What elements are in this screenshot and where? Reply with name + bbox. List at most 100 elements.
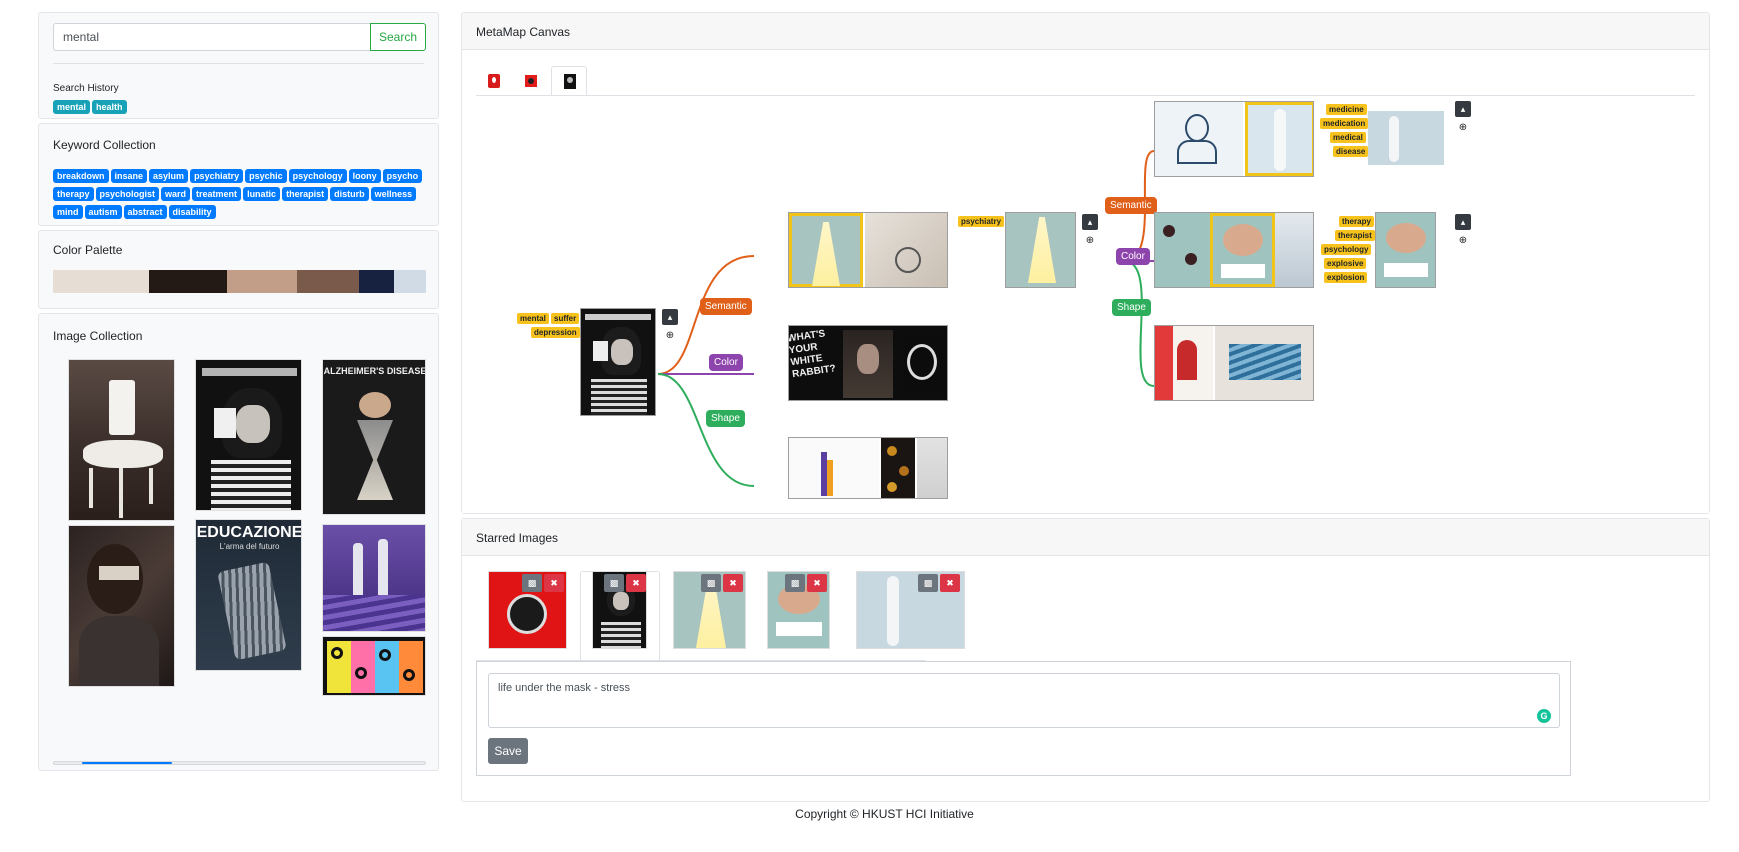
keyword-tag[interactable]: psycho [382,169,423,183]
keyword-tag: therapist [1335,230,1375,241]
keyword-tag[interactable]: therapy [53,187,94,201]
history-tag[interactable]: mental [53,100,91,114]
pin-button[interactable]: ▴ [1082,214,1098,230]
image-thumb-colorful-grid[interactable] [322,636,426,696]
root-node-image[interactable] [580,308,656,416]
color-palette-title: Color Palette [53,243,123,257]
keyword-tag: suffer [551,313,580,324]
relation-shape[interactable]: Shape [706,410,745,427]
poster-title: ALZHEIMER'S DISEASE [323,366,426,376]
relation-semantic[interactable]: Semantic [1105,197,1157,214]
keyword-tag[interactable]: autism [84,205,122,219]
image-thumb-alzheimers[interactable]: ALZHEIMER'S DISEASE [322,359,426,515]
keyword-tag[interactable]: lunatic [243,187,281,201]
trash-icon[interactable]: ✖ [723,574,743,592]
keyword-tag: medical [1330,132,1366,143]
keyword-tag[interactable]: breakdown [53,169,109,183]
relation-color[interactable]: Color [1116,248,1150,265]
zoom-icon[interactable]: ⊕ [1084,235,1096,247]
palette-swatch[interactable] [227,270,297,293]
comment-icon[interactable]: ▩ [604,574,624,592]
palette-swatch[interactable] [394,270,426,293]
color-group-images[interactable]: WHAT'S YOUR WHITE RABBIT? [788,325,948,401]
search-panel: mental Search Search History mental heal… [38,12,439,119]
keyword-tag[interactable]: treatment [192,187,242,201]
keyword-tag[interactable]: psychologist [95,187,160,201]
semantic-group-images[interactable] [788,212,948,288]
rabbit-poster-text: WHAT'S YOUR WHITE RABBIT? [788,328,837,381]
keyword-tag[interactable]: ward [161,187,191,201]
search-button[interactable]: Search [370,23,426,51]
trash-icon[interactable]: ✖ [807,574,827,592]
keyword-tag[interactable]: psychology [288,169,347,183]
palette-swatch[interactable] [149,270,227,293]
grammarly-icon[interactable]: G [1537,709,1551,723]
relation-semantic[interactable]: Semantic [700,298,752,315]
keyword-tag: explosion [1324,272,1368,283]
relation-color[interactable]: Color [709,354,743,371]
keyword-tag[interactable]: disturb [330,187,369,201]
image-thumb-educazione[interactable]: EDUCAZIONE L'arma del futuro [195,519,302,671]
keyword-tag: psychology [1321,244,1372,255]
keyword-tag[interactable]: wellness [370,187,417,201]
comment-icon[interactable]: ▩ [918,574,938,592]
trash-icon[interactable]: ✖ [626,574,646,592]
keyword-tag[interactable]: therapist [282,187,329,201]
medical-group-images[interactable] [1154,101,1314,177]
bone-node-image[interactable] [1368,111,1444,165]
comment-textarea[interactable]: life under the mask - stress [488,673,1560,728]
save-button[interactable]: Save [488,738,528,764]
image-thumb-mask-woman[interactable] [68,525,175,687]
image-thumb-milk[interactable] [68,359,175,521]
keyword-tag: disease [1333,146,1369,157]
trash-icon[interactable]: ✖ [544,574,564,592]
keyword-tag[interactable]: abstract [123,205,167,219]
starred-images-title: Starred Images [462,519,1709,556]
palette-swatch[interactable] [53,270,149,293]
metamap-canvas-panel: MetaMap Canvas mental suffer depression [461,12,1710,514]
keyword-tag: medicine [1326,104,1367,115]
comment-icon[interactable]: ▩ [701,574,721,592]
trash-icon[interactable]: ✖ [940,574,960,592]
image-collection-scrollbar[interactable] [53,761,426,765]
image-thumb-smiling-girl[interactable] [195,359,302,511]
pin-button[interactable]: ▴ [1455,101,1471,117]
metamap-links [657,150,1155,487]
starred-images-panel: Starred Images ▩ ✖ ▩ ✖ ▩ ✖ ▩ ✖ ▩ ✖ life … [461,518,1710,802]
comment-icon[interactable]: ▩ [785,574,805,592]
keyword-tag: explosive [1324,258,1367,269]
psychiatry-node-image[interactable] [1005,212,1076,288]
brain-group-images[interactable] [1154,212,1314,288]
search-input[interactable]: mental [53,23,371,51]
relation-shape[interactable]: Shape [1112,299,1151,316]
palette-swatch[interactable] [297,270,359,293]
search-history-label: Search History [53,83,119,94]
keyword-tag[interactable]: psychiatry [190,169,244,183]
keyword-tag[interactable]: loony [348,169,381,183]
keyword-tag: medication [1320,118,1369,129]
keyword-tag[interactable]: disability [168,205,216,219]
shape-group-images-2[interactable] [1154,325,1314,401]
keyword-tag[interactable]: psychic [245,169,287,183]
keyword-tag: psychiatry [958,216,1005,227]
keyword-tag[interactable]: mind [53,205,83,219]
poster-subtitle: L'arma del futuro [219,542,280,551]
canvas-body: mental suffer depression ▴ ⊕ Semantic Co… [462,51,1709,513]
history-tag[interactable]: health [92,100,127,114]
brain-node-image[interactable] [1375,212,1436,288]
pin-button[interactable]: ▴ [1455,214,1471,230]
scrollbar-thumb[interactable] [82,762,172,764]
footer-copyright: Copyright © HKUST HCI Initiative [795,807,974,821]
keyword-tag[interactable]: asylum [149,169,189,183]
keyword-tag: therapy [1339,216,1374,227]
pin-button[interactable]: ▴ [662,309,678,325]
image-thumb-drowning-hands[interactable] [322,524,426,632]
keyword-tags: breakdown insane asylum psychiatry psych… [53,169,428,219]
zoom-icon[interactable]: ⊕ [1457,122,1469,134]
palette-swatch[interactable] [359,270,394,293]
zoom-icon[interactable]: ⊕ [664,330,676,342]
shape-group-images[interactable] [788,437,948,499]
zoom-icon[interactable]: ⊕ [1457,235,1469,247]
comment-icon[interactable]: ▩ [522,574,542,592]
keyword-tag[interactable]: insane [110,169,148,183]
